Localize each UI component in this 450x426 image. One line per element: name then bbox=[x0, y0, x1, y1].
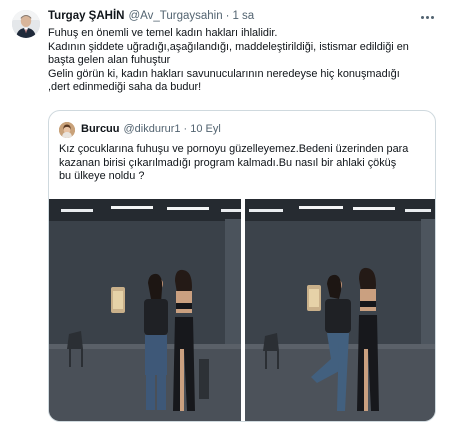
tweet-header: Turgay ŞAHİN @Av_Turgaysahin · 1 sa bbox=[48, 10, 254, 28]
media-photo-2[interactable] bbox=[245, 199, 435, 421]
quoted-author-avatar[interactable] bbox=[59, 122, 75, 138]
quoted-text-line: bu ülkeye noldu ? bbox=[59, 170, 145, 183]
more-horizontal-icon[interactable] bbox=[418, 10, 436, 24]
quoted-author-handle[interactable]: @dikdurur1 bbox=[124, 123, 181, 135]
author-avatar[interactable] bbox=[12, 10, 40, 38]
tweet[interactable]: Turgay ŞAHİN @Av_Turgaysahin · 1 sa Fuhu… bbox=[0, 0, 450, 426]
quoted-tweet-header: Burcuu @dikdurur1 · 10 Eyl bbox=[81, 123, 221, 135]
author-name[interactable]: Turgay ŞAHİN bbox=[48, 10, 124, 22]
quoted-text-line: Kız çocuklarına fuhuşu ve pornoyu güzell… bbox=[59, 143, 409, 155]
tweet-text-line: Gelin görün ki, kadın hakları savunucula… bbox=[48, 67, 400, 80]
separator-dot: · bbox=[183, 123, 188, 135]
tweet-text-line: Fuhuş en önemli ve temel kadın hakları i… bbox=[48, 27, 278, 39]
quoted-tweet-text: Kız çocuklarına fuhuşu ve pornoyu güzell… bbox=[59, 143, 429, 184]
tweet-text-line: ,dert edinmediği saha da budur! bbox=[48, 81, 202, 93]
tweet-text-line: Kadının şiddete uğradığı,aşağılandığı, m… bbox=[48, 40, 409, 53]
tweet-text-line: başta gelen alan fuhuştur bbox=[48, 54, 171, 66]
tweet-timestamp[interactable]: 1 sa bbox=[232, 10, 254, 22]
quoted-author-name[interactable]: Burcuu bbox=[81, 123, 120, 135]
media-photo-1[interactable] bbox=[49, 199, 241, 421]
author-handle[interactable]: @Av_Turgaysahin bbox=[128, 10, 222, 22]
tweet-text: Fuhuş en önemli ve temel kadın hakları i… bbox=[48, 27, 438, 95]
separator-dot: · bbox=[225, 10, 230, 22]
quoted-tweet[interactable]: Burcuu @dikdurur1 · 10 Eyl Kız çocukları… bbox=[48, 110, 436, 422]
quoted-timestamp[interactable]: 10 Eyl bbox=[190, 123, 221, 135]
quoted-text-line: kazanan birisi çıkarılmadığı program kal… bbox=[59, 156, 397, 169]
